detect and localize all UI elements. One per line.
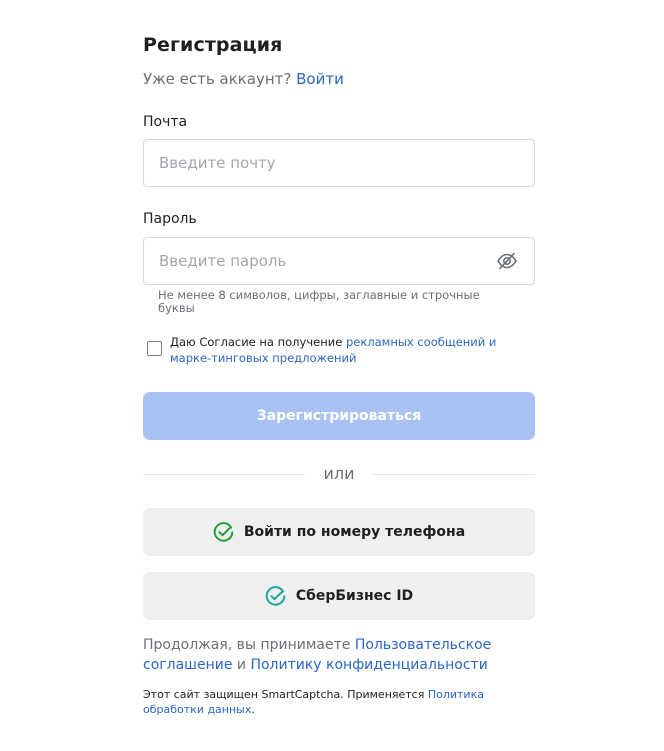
email-input-box [143,139,535,187]
captcha-text: Этот сайт защищен SmartCaptcha. Применяе… [143,688,425,701]
terms-text: Продолжая, вы принимаете Пользовательско… [143,635,535,675]
login-link[interactable]: Войти [296,70,344,88]
password-field[interactable] [159,238,489,284]
email-label: Почта [143,114,188,130]
divider-line-right [373,474,535,475]
sber-business-id-label: СберБизнес ID [295,588,414,604]
email-field[interactable] [159,140,489,186]
password-input-box [143,237,535,285]
phone-login-button[interactable]: Войти по номеру телефона [143,508,535,556]
have-account-text: Уже есть аккаунт? [143,70,292,88]
sber-check-icon [213,521,234,543]
consent-checkbox[interactable] [147,341,162,356]
terms-prefix: Продолжая, вы принимаете [143,637,351,653]
password-label: Пароль [143,211,197,227]
captcha-suffix: . [251,703,255,716]
have-account-row: Уже есть аккаунт? Войти [143,70,344,88]
page-title: Регистрация [143,34,283,56]
eye-off-icon[interactable] [496,250,518,272]
phone-login-label: Войти по номеру телефона [243,524,466,540]
consent-text-prefix: Даю Согласие на получение [170,335,343,349]
register-button[interactable]: Зарегистрироваться [143,392,535,440]
password-hint: Не менее 8 символов, цифры, заглавные и … [158,288,480,315]
privacy-policy-link[interactable]: Политику конфиденциальности [250,657,487,673]
or-divider: или [143,462,535,486]
terms-and: и [236,657,246,673]
sber-business-id-button[interactable]: СберБизнес ID [143,572,535,620]
smartcaptcha-notice: Этот сайт защищен SmartCaptcha. Применяе… [143,687,535,717]
sber-check-icon [265,585,286,607]
consent-text: Даю Согласие на получение рекламных сооб… [170,334,534,366]
